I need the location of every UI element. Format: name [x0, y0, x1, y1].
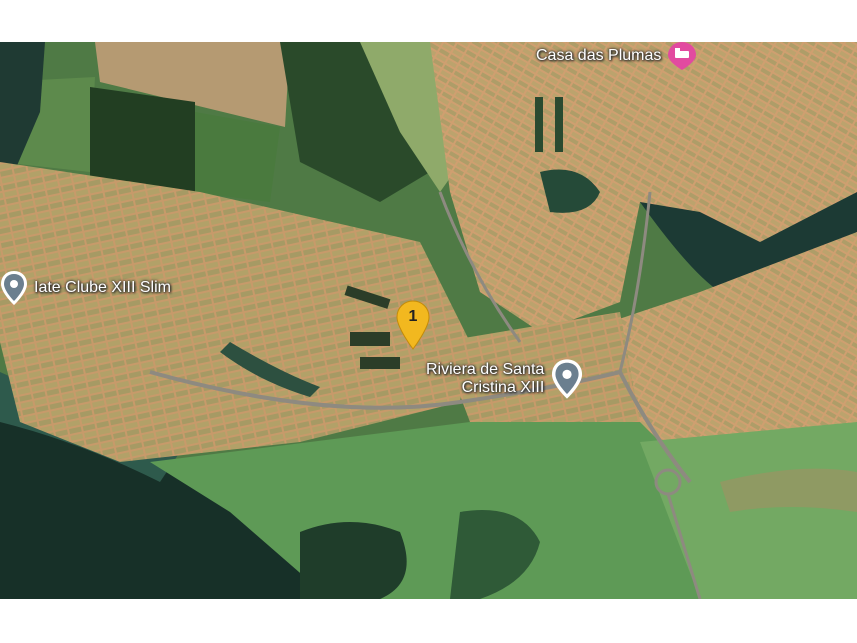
satellite-map[interactable]: Casa das Plumas Iate Clube XIII Slim Riv…: [0, 42, 857, 599]
location-pin-icon: [1, 271, 27, 305]
place-iate-clube[interactable]: Iate Clube XIII Slim: [0, 269, 171, 307]
place-label: Iate Clube XIII Slim: [34, 279, 171, 296]
marker-label: 1: [408, 308, 418, 325]
place-casa-das-plumas[interactable]: Casa das Plumas: [536, 42, 697, 70]
place-label: Casa das Plumas: [536, 47, 662, 64]
place-label-line1: Riviera de Santa: [426, 361, 545, 378]
location-pin-icon: [552, 359, 583, 399]
numbered-marker-1[interactable]: 1: [396, 300, 430, 350]
place-riviera-de-santa-cristina[interactable]: Riviera de Santa Cristina XIII: [426, 357, 584, 401]
hotel-icon: [668, 42, 697, 70]
place-label-line2: Cristina XIII: [461, 379, 545, 396]
